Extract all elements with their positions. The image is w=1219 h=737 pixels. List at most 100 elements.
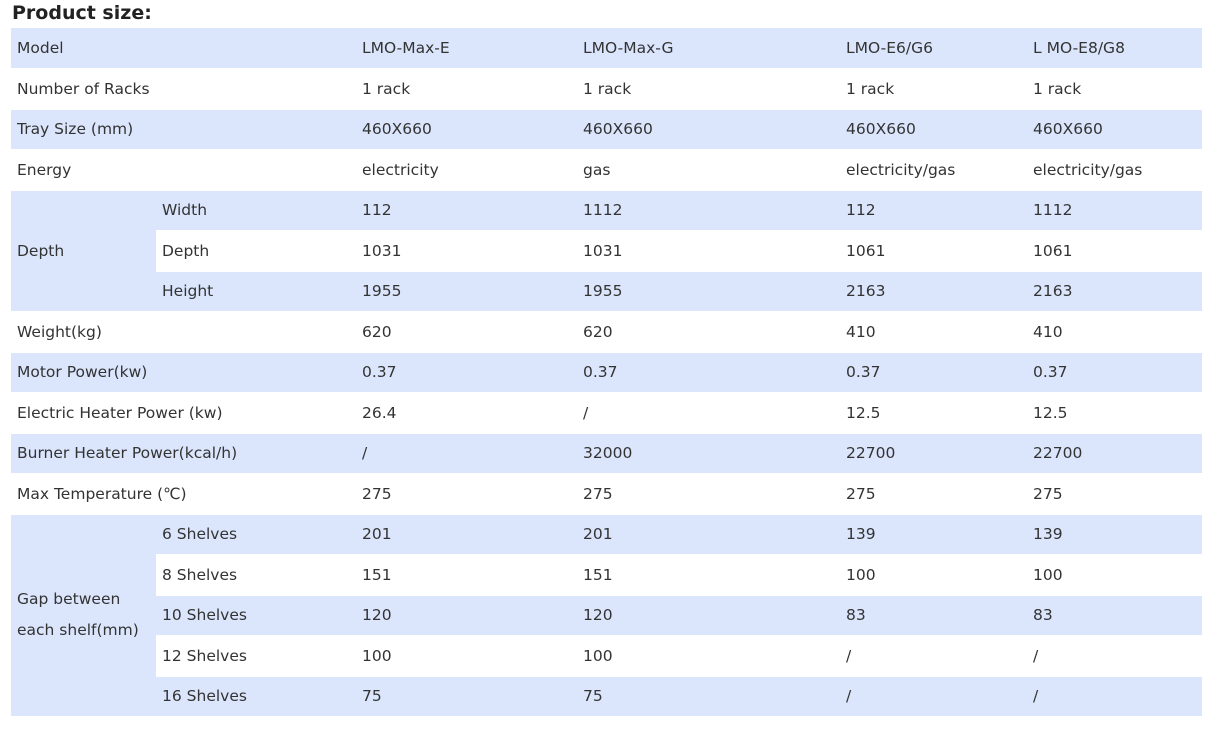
- cell-value: /: [577, 392, 841, 434]
- cell-value: 100: [840, 554, 1028, 596]
- cell-value: 0.37: [577, 352, 841, 393]
- cell-value: 151: [356, 554, 578, 596]
- sub-row-label: 12 Shelves: [156, 635, 357, 677]
- sub-row-label: Depth: [156, 230, 357, 272]
- cell-value: /: [1027, 676, 1203, 717]
- table-row: Burner Heater Power(kcal/h) / 32000 2270…: [11, 433, 1203, 474]
- cell-value: 1061: [1027, 230, 1203, 272]
- sub-row-label: 8 Shelves: [156, 554, 357, 596]
- row-label: Weight(kg): [11, 311, 357, 353]
- cell-value: 100: [1027, 554, 1203, 596]
- cell-value: 201: [577, 514, 841, 555]
- cell-value: 620: [356, 311, 578, 353]
- row-label: Max Temperature (℃): [11, 473, 357, 515]
- cell-value: 83: [1027, 595, 1203, 636]
- table-row: 10 Shelves 120 120 83 83: [11, 595, 1203, 636]
- cell-value: 1 rack: [1027, 68, 1203, 110]
- cell-value: 275: [1027, 473, 1203, 515]
- cell-value: 112: [356, 190, 578, 231]
- cell-value: 1955: [577, 271, 841, 312]
- cell-value: electricity/gas: [1027, 149, 1203, 191]
- table-row: Height 1955 1955 2163 2163: [11, 271, 1203, 312]
- cell-value: 1112: [577, 190, 841, 231]
- cell-value: 151: [577, 554, 841, 596]
- cell-value: 120: [356, 595, 578, 636]
- cell-value: gas: [577, 149, 841, 191]
- cell-value: 201: [356, 514, 578, 555]
- table-header-row: Model LMO-Max-E LMO-Max-G LMO-E6/G6 L MO…: [11, 28, 1203, 69]
- sub-row-label: 6 Shelves: [156, 514, 357, 555]
- group-label: Gap between each shelf(mm): [11, 514, 156, 717]
- cell-value: 100: [356, 635, 578, 677]
- table-row: Energy electricity gas electricity/gas e…: [11, 149, 1203, 191]
- model-header: LMO-Max-E: [356, 28, 578, 69]
- model-header: L MO-E8/G8: [1027, 28, 1203, 69]
- cell-value: 460X660: [356, 109, 578, 150]
- cell-value: /: [840, 676, 1028, 717]
- cell-value: /: [1027, 635, 1203, 677]
- cell-value: 410: [840, 311, 1028, 353]
- cell-value: 120: [577, 595, 841, 636]
- cell-value: 0.37: [1027, 352, 1203, 393]
- cell-value: 12.5: [840, 392, 1028, 434]
- cell-value: 410: [1027, 311, 1203, 353]
- cell-value: 1 rack: [577, 68, 841, 110]
- cell-value: 0.37: [840, 352, 1028, 393]
- row-label: Model: [11, 28, 357, 69]
- cell-value: electricity/gas: [840, 149, 1028, 191]
- cell-value: 275: [840, 473, 1028, 515]
- cell-value: 275: [577, 473, 841, 515]
- sub-row-label: Height: [156, 271, 357, 312]
- model-header: LMO-Max-G: [577, 28, 841, 69]
- row-label: Energy: [11, 149, 357, 191]
- cell-value: 1 rack: [840, 68, 1028, 110]
- cell-value: 620: [577, 311, 841, 353]
- cell-value: 0.37: [356, 352, 578, 393]
- row-label: Burner Heater Power(kcal/h): [11, 433, 357, 474]
- cell-value: 83: [840, 595, 1028, 636]
- table-row: Tray Size (mm) 460X660 460X660 460X660 4…: [11, 109, 1203, 150]
- cell-value: 1031: [577, 230, 841, 272]
- cell-value: 32000: [577, 433, 841, 474]
- table-row: Weight(kg) 620 620 410 410: [11, 311, 1203, 353]
- sub-row-label: Width: [156, 190, 357, 231]
- cell-value: /: [356, 433, 578, 474]
- sub-row-label: 16 Shelves: [156, 676, 357, 717]
- table-row: Electric Heater Power (kw) 26.4 / 12.5 1…: [11, 392, 1203, 434]
- cell-value: 460X660: [577, 109, 841, 150]
- cell-value: 2163: [840, 271, 1028, 312]
- product-size-table: Model LMO-Max-E LMO-Max-G LMO-E6/G6 L MO…: [11, 28, 1203, 717]
- table-row: 8 Shelves 151 151 100 100: [11, 554, 1203, 596]
- cell-value: 75: [577, 676, 841, 717]
- cell-value: /: [840, 635, 1028, 677]
- table-row: Gap between each shelf(mm) 6 Shelves 201…: [11, 514, 1203, 717]
- row-label: Electric Heater Power (kw): [11, 392, 357, 434]
- cell-value: 26.4: [356, 392, 578, 434]
- cell-value: 1 rack: [356, 68, 578, 110]
- cell-value: 1031: [356, 230, 578, 272]
- section-heading: Product size:: [12, 2, 152, 24]
- table-row: 12 Shelves 100 100 / /: [11, 635, 1203, 677]
- cell-value: 2163: [1027, 271, 1203, 312]
- sub-row-label: 10 Shelves: [156, 595, 357, 636]
- group-label: Depth: [11, 190, 156, 312]
- table-row: Motor Power(kw) 0.37 0.37 0.37 0.37: [11, 352, 1203, 393]
- cell-value: 460X660: [1027, 109, 1203, 150]
- row-label: Motor Power(kw): [11, 352, 357, 393]
- model-header: LMO-E6/G6: [840, 28, 1028, 69]
- cell-value: 1061: [840, 230, 1028, 272]
- cell-value: 139: [840, 514, 1028, 555]
- cell-value: 139: [1027, 514, 1203, 555]
- cell-value: electricity: [356, 149, 578, 191]
- table-row: Depth 1031 1031 1061 1061: [11, 230, 1203, 272]
- cell-value: 100: [577, 635, 841, 677]
- table-row: Max Temperature (℃) 275 275 275 275: [11, 473, 1203, 515]
- cell-value: 22700: [1027, 433, 1203, 474]
- table-row: Depth Width 112 1112 112 1112: [11, 190, 1203, 312]
- cell-value: 22700: [840, 433, 1028, 474]
- cell-value: 112: [840, 190, 1028, 231]
- table-row: 16 Shelves 75 75 / /: [11, 676, 1203, 717]
- cell-value: 275: [356, 473, 578, 515]
- cell-value: 1112: [1027, 190, 1203, 231]
- cell-value: 12.5: [1027, 392, 1203, 434]
